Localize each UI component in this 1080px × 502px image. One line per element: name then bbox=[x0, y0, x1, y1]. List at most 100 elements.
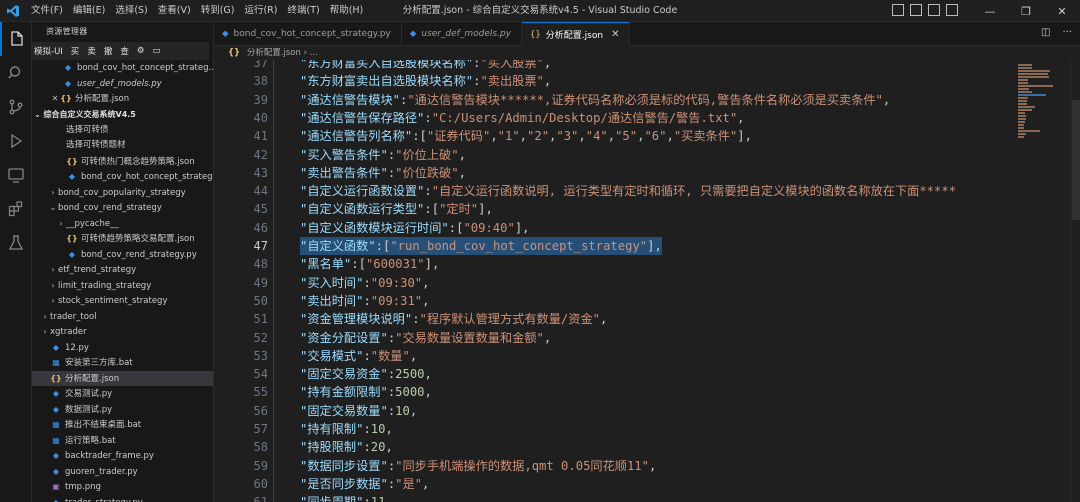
sim-sell-button[interactable]: 卖 bbox=[87, 45, 96, 57]
menu-view[interactable]: 查看(V) bbox=[153, 0, 196, 22]
menu-help[interactable]: 帮助(H) bbox=[325, 0, 369, 22]
folder-item[interactable]: › __pycache__ bbox=[32, 216, 213, 232]
vertical-scrollbar[interactable] bbox=[1070, 60, 1080, 502]
code-line[interactable]: 48 "黑名单":["600031"], bbox=[214, 255, 1014, 273]
folder-item[interactable]: › bond_cov_popularity_strategy bbox=[32, 185, 213, 201]
sim-cancel-button[interactable]: 撤 bbox=[104, 45, 113, 57]
code-line[interactable]: 55 "持有金额限制":5000, bbox=[214, 383, 1014, 401]
file-item[interactable]: ◆ bond_cov_hot_concept_strategy.py bbox=[32, 169, 213, 185]
window-icon[interactable]: ▭ bbox=[152, 46, 160, 56]
file-item[interactable]: ◆ guoren_trader.py bbox=[32, 464, 213, 480]
close-window-button[interactable]: ✕ bbox=[1044, 0, 1080, 22]
menu-go[interactable]: 转到(G) bbox=[196, 0, 240, 22]
file-item[interactable]: {} 可转债趋势策略交易配置.json bbox=[32, 231, 213, 247]
search-icon[interactable] bbox=[0, 56, 32, 90]
file-item[interactable]: ◆ 交易测试.py bbox=[32, 386, 213, 402]
folder-item[interactable]: › etf_trend_strategy bbox=[32, 262, 213, 278]
remote-explorer-icon[interactable] bbox=[0, 158, 32, 192]
source-control-icon[interactable] bbox=[0, 90, 32, 124]
close-icon[interactable]: ✕ bbox=[50, 91, 60, 107]
explorer-icon[interactable] bbox=[0, 22, 32, 56]
extensions-icon[interactable] bbox=[0, 192, 32, 226]
code-line[interactable]: 47 "自定义函数":["run_bond_cov_hot_concept_str… bbox=[214, 237, 1014, 256]
menu-selection[interactable]: 选择(S) bbox=[110, 0, 152, 22]
menu-run[interactable]: 运行(R) bbox=[239, 0, 282, 22]
breadcrumb-file[interactable]: 分析配置.json bbox=[247, 48, 301, 58]
code-line[interactable]: 38 "东方财富卖出自选股模块名称":"卖出股票", bbox=[214, 72, 1014, 90]
run-debug-icon[interactable] bbox=[0, 124, 32, 158]
toggle-secondary-sidebar-icon[interactable] bbox=[928, 4, 940, 16]
open-editor-label: user_def_models.py bbox=[77, 78, 162, 89]
breadcrumb-more[interactable]: ... bbox=[310, 48, 318, 58]
code-line[interactable]: 40 "通达信警告保存路径":"C:/Users/Admin/Desktop/通达… bbox=[214, 109, 1014, 127]
code-line[interactable]: 54 "固定交易资金":2500, bbox=[214, 365, 1014, 383]
sim-buy-button[interactable]: 买 bbox=[71, 45, 80, 57]
toggle-panel-icon[interactable] bbox=[910, 4, 922, 16]
folder-item[interactable]: › stock_sentiment_strategy bbox=[32, 293, 213, 309]
code-line[interactable]: 49 "买入时间":"09:30", bbox=[214, 274, 1014, 292]
file-item[interactable]: {} 可转债热门概念趋势策略.json bbox=[32, 154, 213, 170]
code-line[interactable]: 46 "自定义函数模块运行时间":["09:40"], bbox=[214, 219, 1014, 237]
customize-layout-icon[interactable] bbox=[946, 4, 958, 16]
code-line[interactable]: 39 "通达信警告模块":"通达信警告模块******,证券代码名称必须是标的代码… bbox=[214, 91, 1014, 109]
code-line[interactable]: 51 "资金管理模块说明":"程序默认管理方式有数量/资金", bbox=[214, 310, 1014, 328]
file-item[interactable]: ◆ backtrader_frame.py bbox=[32, 448, 213, 464]
editor-tab[interactable]: ◆ user_def_models.py bbox=[402, 22, 522, 46]
file-item[interactable]: 选择可转债题材 bbox=[32, 138, 213, 154]
scrollbar-thumb[interactable] bbox=[1072, 100, 1080, 220]
workspace-section-title[interactable]: ⌄ 综合自定义交易系统V4.5 bbox=[32, 107, 213, 123]
sim-ui-button[interactable]: 模拟-UI bbox=[34, 45, 63, 57]
split-editor-icon[interactable]: ◫ bbox=[1041, 27, 1050, 38]
code-line[interactable]: 58 "持股限制":20, bbox=[214, 438, 1014, 456]
file-item[interactable]: ▣ tmp.png bbox=[32, 479, 213, 495]
folder-item[interactable]: › xgtrader bbox=[32, 324, 213, 340]
code-line[interactable]: 42 "买入警告条件":"价位上破", bbox=[214, 146, 1014, 164]
file-item[interactable]: 选择可转债 bbox=[32, 123, 213, 139]
tab-close-icon[interactable]: ✕ bbox=[611, 29, 619, 40]
more-actions-icon[interactable]: ··· bbox=[1062, 27, 1072, 38]
file-item[interactable]: ▦ 安装第三方库.bat bbox=[32, 355, 213, 371]
code-editor[interactable]: 37 "东方财富买入自选股模块名称":"买入股票", 38 "东方财富卖出自选股模块名… bbox=[214, 60, 1014, 502]
folder-item[interactable]: ⌄ bond_cov_rend_strategy bbox=[32, 200, 213, 216]
open-editor-item[interactable]: ◆ user_def_models.py bbox=[32, 76, 213, 92]
line-number: 52 bbox=[253, 330, 268, 345]
editor-tab[interactable]: ◆ bond_cov_hot_concept_strategy.py bbox=[214, 22, 402, 46]
open-editor-item[interactable]: ◆ bond_cov_hot_concept_strateg... bbox=[32, 60, 213, 76]
file-item[interactable]: ◆ 数据测试.py bbox=[32, 402, 213, 418]
file-item[interactable]: ◆ trader_strategy.py bbox=[32, 495, 213, 502]
file-item[interactable]: ▦ 运行策略.bat bbox=[32, 433, 213, 449]
code-line[interactable]: 56 "固定交易数量":10, bbox=[214, 402, 1014, 420]
code-line[interactable]: 41 "通达信警告列名称":["证券代码","1","2","3","4","5"… bbox=[214, 127, 1014, 145]
toggle-primary-sidebar-icon[interactable] bbox=[892, 4, 904, 16]
file-item[interactable]: ◆ bond_cov_rend_strategy.py bbox=[32, 247, 213, 263]
file-item[interactable]: ▦ 推出不结束桌面.bat bbox=[32, 417, 213, 433]
menu-terminal[interactable]: 终端(T) bbox=[282, 0, 324, 22]
folder-item[interactable]: › trader_tool bbox=[32, 309, 213, 325]
folder-item[interactable]: › limit_trading_strategy bbox=[32, 278, 213, 294]
maximize-button[interactable]: ❐ bbox=[1008, 0, 1044, 22]
code-line[interactable]: 59 "数据同步设置":"同步手机端操作的数据,qmt 0.05同花顺11", bbox=[214, 457, 1014, 475]
code-line[interactable]: 52 "资金分配设置":"交易数量设置数量和金额", bbox=[214, 329, 1014, 347]
code-line[interactable]: 45 "自定义函数运行类型":["定时"], bbox=[214, 200, 1014, 218]
editor-tab[interactable]: {} 分析配置.json ✕ bbox=[521, 22, 631, 46]
minimize-button[interactable]: — bbox=[972, 0, 1008, 22]
code-line[interactable]: 53 "交易模式":"数量", bbox=[214, 347, 1014, 365]
sim-query-button[interactable]: 查 bbox=[120, 45, 129, 57]
gear-icon[interactable]: ⚙ bbox=[137, 46, 145, 56]
code-line[interactable]: 37 "东方财富买入自选股模块名称":"买入股票", bbox=[214, 60, 1014, 72]
minimap[interactable] bbox=[1014, 60, 1070, 502]
menu-edit[interactable]: 编辑(E) bbox=[68, 0, 110, 22]
testing-icon[interactable] bbox=[0, 226, 32, 260]
menu-file[interactable]: 文件(F) bbox=[26, 0, 68, 22]
code-line[interactable]: 44 "自定义运行函数设置":"自定义运行函数说明, 运行类型有定时和循环, 只需… bbox=[214, 182, 1014, 200]
file-item[interactable]: ◆ 12.py bbox=[32, 340, 213, 356]
code-line[interactable]: 50 "卖出时间":"09:31", bbox=[214, 292, 1014, 310]
open-editor-item[interactable]: ✕{} 分析配置.json bbox=[32, 91, 213, 107]
open-editor-label: 分析配置.json bbox=[75, 94, 130, 104]
code-line[interactable]: 43 "卖出警告条件":"价位跌破", bbox=[214, 164, 1014, 182]
file-item[interactable]: {} 分析配置.json bbox=[32, 370, 213, 386]
code-line[interactable]: 61 "同步周期":11, bbox=[214, 493, 1014, 502]
json-punct: , bbox=[422, 275, 430, 290]
code-line[interactable]: 57 "持有限制":10, bbox=[214, 420, 1014, 438]
code-line[interactable]: 60 "是否同步数据":"是", bbox=[214, 475, 1014, 493]
